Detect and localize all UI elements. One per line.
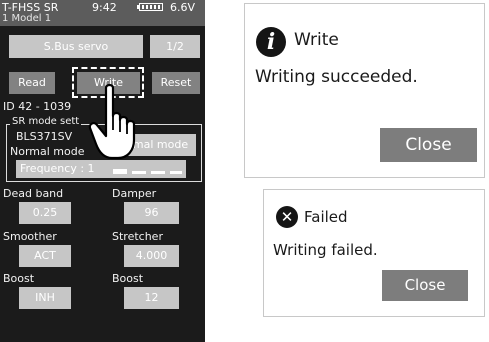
dialog-message: Writing succeeded.: [255, 67, 418, 87]
error-x-icon: ✕: [276, 206, 298, 228]
boost-2-label: Boost: [112, 272, 144, 285]
battery-voltage: 6.6V: [170, 1, 196, 14]
dialog-title: Failed: [304, 208, 348, 226]
battery-icon: [137, 3, 163, 11]
page-indicator[interactable]: 1/2: [150, 35, 200, 58]
servo-id: ID 42 - 1039: [3, 100, 72, 113]
stretcher-label: Stretcher: [112, 230, 163, 243]
damper-value[interactable]: 96: [124, 202, 179, 224]
frequency-bar-4: [170, 171, 182, 174]
model-label: 1 Model 1: [2, 13, 52, 24]
write-failed-dialog: ✕ Failed Writing failed. Close: [263, 189, 485, 317]
info-icon: i: [256, 27, 286, 57]
write-success-dialog: i Write Writing succeeded. Close: [244, 3, 485, 178]
sr-mode-title: SR mode sett: [10, 116, 82, 127]
boost-label: Boost: [3, 272, 35, 285]
transmitter-screen: T-FHSS SR 1 Model 1 9:42 6.6V S.Bus serv…: [0, 0, 205, 342]
read-button[interactable]: Read: [9, 72, 55, 94]
servo-model: BLS371SV: [16, 130, 73, 143]
frequency-bar-1: [113, 169, 127, 174]
dialog-message: Writing failed.: [273, 241, 378, 259]
reset-button[interactable]: Reset: [152, 72, 200, 94]
dialog-title: Write: [294, 30, 339, 50]
close-button[interactable]: Close: [380, 128, 477, 162]
frequency-label: Frequency : 1: [20, 162, 95, 175]
frequency-bar-2: [132, 171, 146, 174]
current-mode: Normal mode: [10, 145, 85, 158]
dead-band-value[interactable]: 0.25: [19, 202, 71, 224]
status-header: T-FHSS SR 1 Model 1 9:42 6.6V: [0, 0, 205, 26]
damper-label: Damper: [112, 187, 157, 200]
boost-2-value[interactable]: 12: [124, 287, 179, 309]
clock: 9:42: [92, 1, 117, 14]
smoother-label: Smoother: [3, 230, 57, 243]
frequency-bar-3: [151, 171, 165, 174]
servo-type-selector[interactable]: S.Bus servo: [9, 35, 143, 58]
close-button[interactable]: Close: [382, 270, 468, 301]
stretcher-value[interactable]: 4.000: [124, 245, 179, 267]
boost-value[interactable]: INH: [19, 287, 71, 309]
smoother-value[interactable]: ACT: [19, 245, 71, 267]
dead-band-label: Dead band: [3, 187, 64, 200]
pointing-hand-icon: [88, 83, 136, 160]
